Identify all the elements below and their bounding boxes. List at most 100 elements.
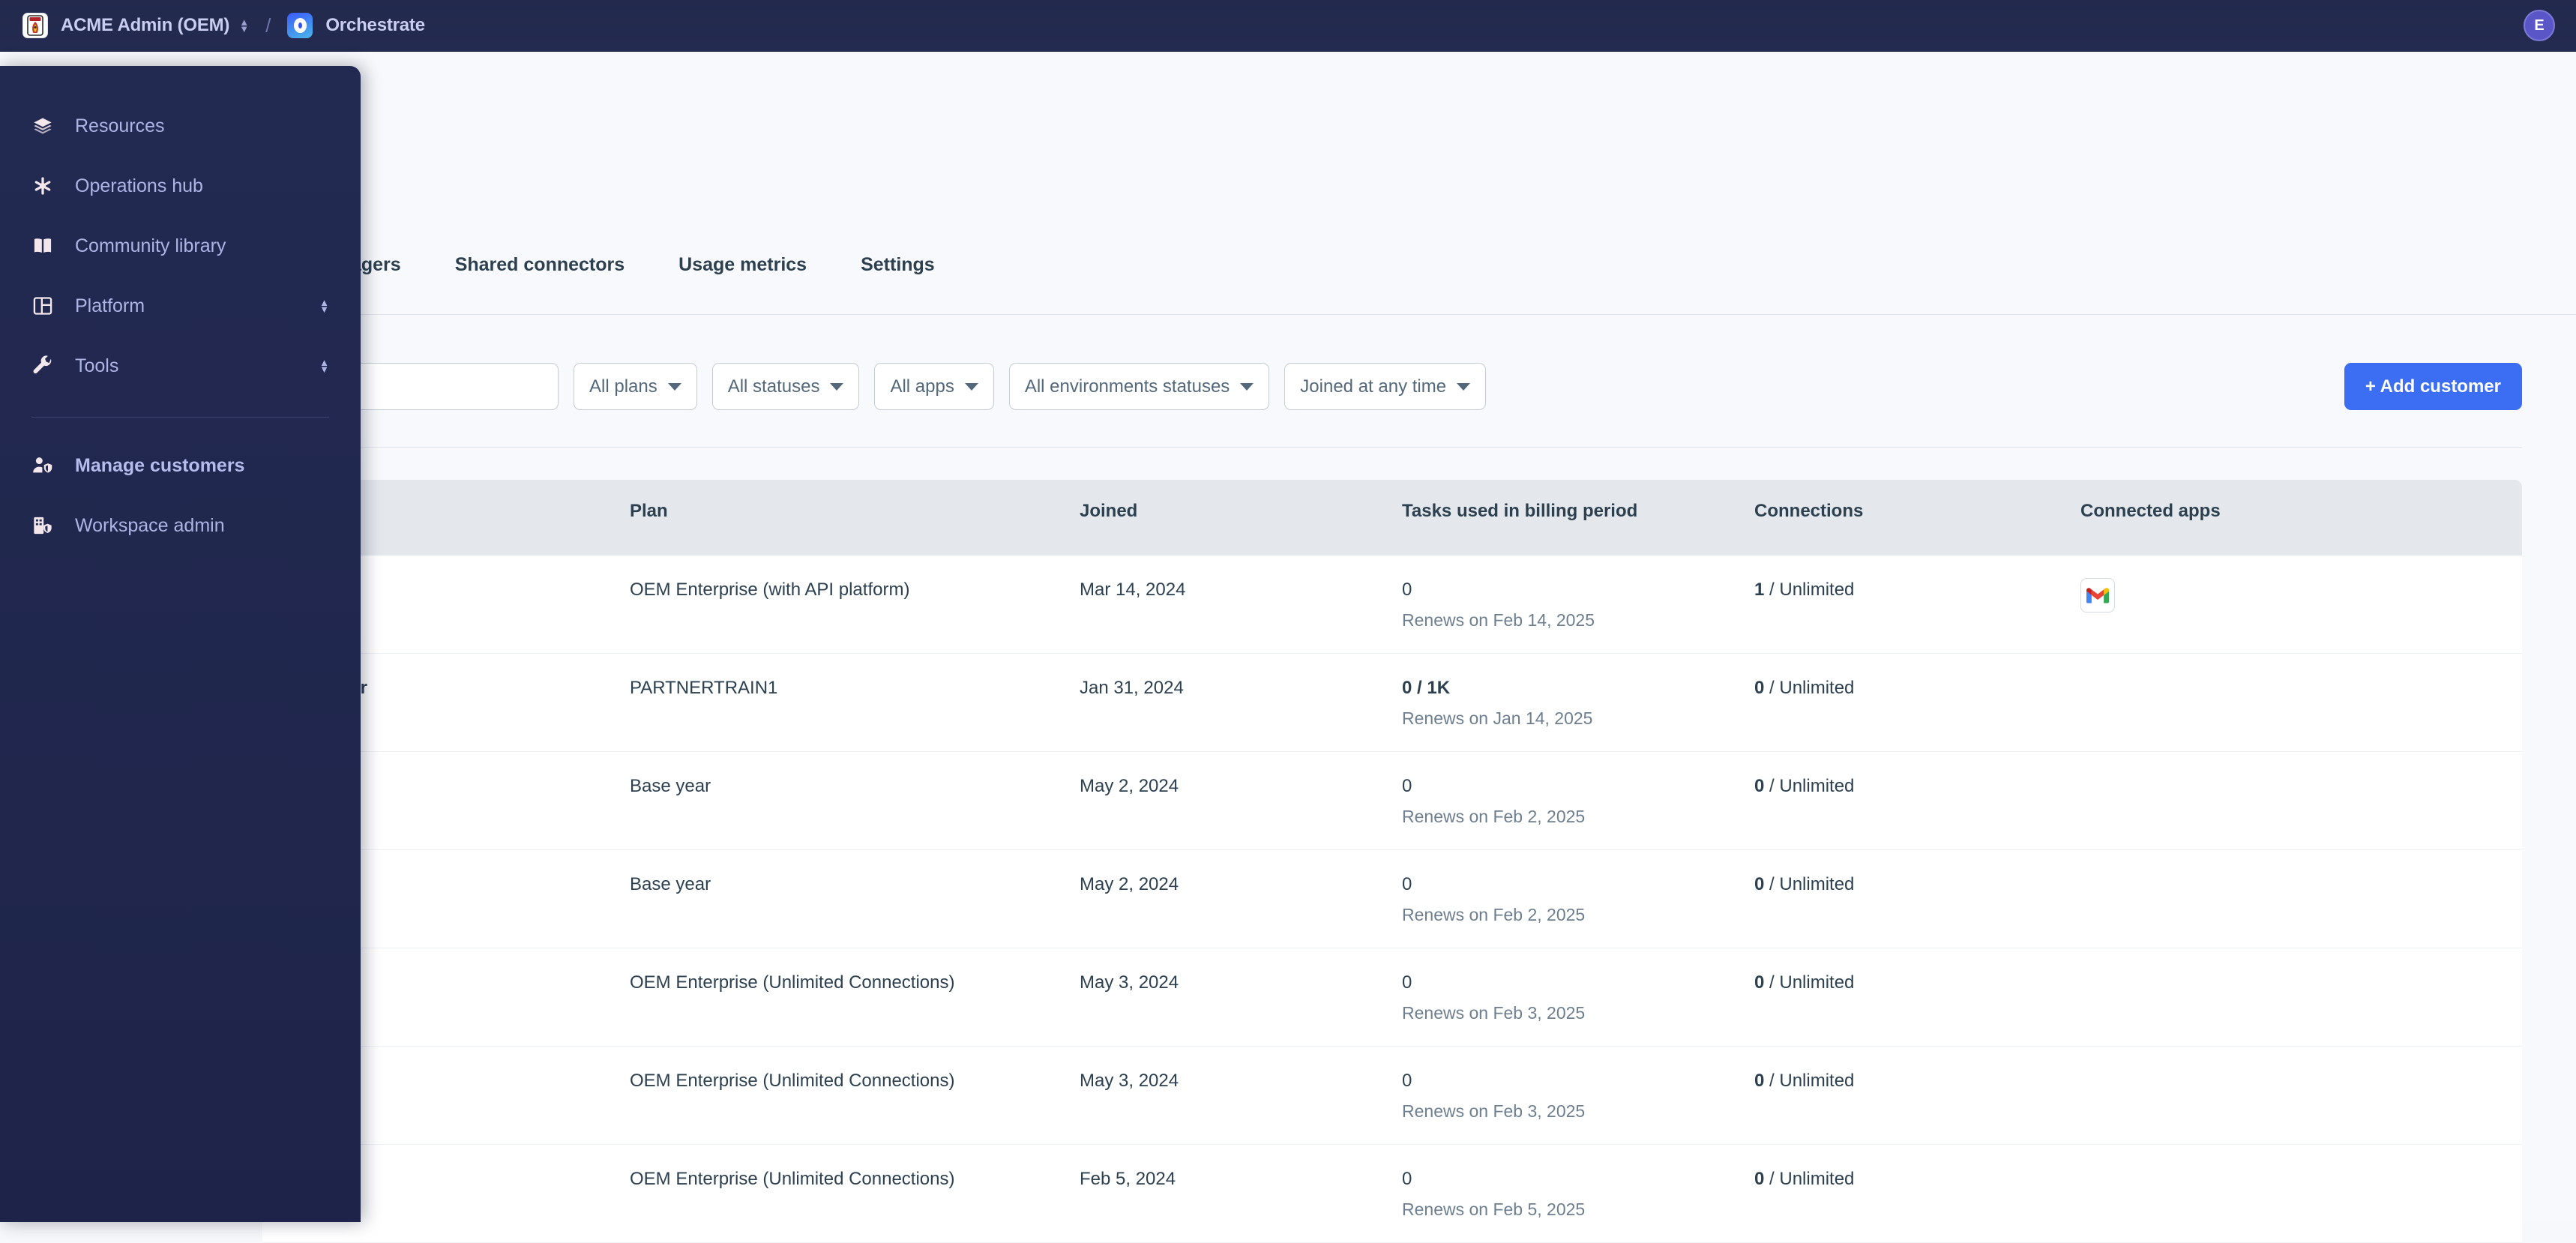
cell-plan: Base year (630, 874, 711, 894)
avatar[interactable]: E (2524, 10, 2555, 41)
workspace-logo-icon (22, 13, 48, 38)
connections-limit: / Unlimited (1764, 580, 1855, 600)
chevron-down-icon (830, 382, 844, 391)
column-header-connected-apps[interactable]: Connected apps (2080, 480, 2440, 556)
sidebar-item-community-library[interactable]: Community library (0, 216, 361, 276)
chevron-up-down-icon[interactable]: ▲ ▼ (239, 17, 249, 34)
tab-settings[interactable]: Settings (834, 254, 962, 295)
wrench-icon (31, 355, 54, 377)
workspace-name[interactable]: ACME Admin (OEM) (61, 15, 229, 36)
tasks-used-value: 0 (1402, 874, 1412, 894)
cell-connected-apps (2080, 1145, 2440, 1242)
user-shield-icon (31, 454, 54, 477)
connections-limit: / Unlimited (1764, 1071, 1855, 1091)
chevron-down-icon (1457, 382, 1471, 391)
asterisk-icon (31, 175, 54, 197)
cell-connected-apps (2080, 948, 2440, 1046)
table-row[interactable]: Base year May 2, 2024 0 Renews on Feb 2, 20… (262, 752, 2522, 850)
table-row[interactable]: nOEM Enterprise (Unlimited Connections)M… (262, 948, 2522, 1047)
filter-all-apps[interactable]: All apps (874, 363, 994, 410)
customers-table: Plan Joined Tasks used in billing period… (262, 480, 2522, 1243)
column-header-joined[interactable]: Joined (1080, 480, 1402, 556)
cell-tasks-used: 0 Renews on Feb 2, 2025 (1402, 752, 1754, 849)
chevron-down-icon (964, 382, 978, 391)
sidebar-item-label: Manage customers (75, 454, 245, 476)
cell-joined: May 3, 2024 (1080, 1071, 1179, 1091)
cell-tasks-used: 0 Renews on Feb 14, 2025 (1402, 556, 1754, 653)
tab-shared-connectors[interactable]: Shared connectors (428, 254, 651, 295)
cell-plan: OEM Enterprise (Unlimited Connections) (630, 1071, 955, 1091)
tab-usage-metrics[interactable]: Usage metrics (651, 254, 834, 295)
cell-plan: PARTNERTRAIN1 (630, 678, 778, 698)
sidebar-item-workspace-admin[interactable]: Workspace admin (0, 496, 361, 556)
column-header-tasks[interactable]: Tasks used in billing period (1402, 480, 1754, 556)
tasks-used-value: 0 (1402, 1169, 1412, 1189)
tasks-used-value: 0 / 1K (1402, 678, 1451, 698)
column-header-connections[interactable]: Connections (1754, 480, 2080, 556)
filter-joined-time-label: Joined at any time (1300, 376, 1447, 397)
sidebar-item-manage-customers[interactable]: Manage customers (0, 436, 361, 496)
page-content: le er managers Shared connectors Usage m… (0, 52, 2576, 1243)
sidebar-item-resources[interactable]: Resources (0, 96, 361, 156)
sidebar-item-label: Platform (75, 295, 145, 316)
tab-bar: er managers Shared connectors Usage metr… (262, 254, 962, 295)
book-icon (31, 235, 54, 257)
renews-on-label: Renews on Feb 2, 2025 (1402, 905, 1586, 925)
connections-count: 1 (1754, 580, 1765, 600)
filter-joined-time[interactable]: Joined at any time (1284, 363, 1487, 410)
cell-tasks-used: 0 Renews on Feb 3, 2025 (1402, 1047, 1754, 1144)
cell-tasks-used: 0 Renews on Feb 3, 2025 (1402, 948, 1754, 1046)
sidebar-item-tools[interactable]: Tools ▲ ▼ (0, 336, 361, 396)
chevron-down-icon (667, 382, 681, 391)
filter-all-statuses[interactable]: All statuses (711, 363, 860, 410)
sidebar-item-platform[interactable]: Platform ▲ ▼ (0, 276, 361, 336)
gmail-icon[interactable] (2080, 578, 2115, 613)
sidebar-item-label: Resources (75, 115, 165, 136)
renews-on-label: Renews on Feb 14, 2025 (1402, 610, 1595, 630)
filter-environment-statuses[interactable]: All environments statuses (1008, 363, 1270, 410)
connections-limit: / Unlimited (1764, 1169, 1855, 1189)
cell-connected-apps (2080, 654, 2440, 751)
cell-tasks-used: 0 Renews on Feb 2, 2025 (1402, 850, 1754, 948)
table-row[interactable]: OEM Enterprise (Unlimited Connections) Fe… (262, 1145, 2522, 1243)
cell-connections: 0 / Unlimited (1754, 1145, 2080, 1242)
table-row[interactable]: st-12OEM Enterprise (with API platform)M… (262, 556, 2522, 654)
breadcrumb-separator: / (265, 13, 271, 37)
cell-joined: Mar 14, 2024 (1080, 580, 1186, 600)
cell-connected-apps (2080, 850, 2440, 948)
sidebar-divider (31, 417, 329, 418)
cell-joined: May 2, 2024 (1080, 776, 1179, 796)
table-row[interactable]: OEM Enterprise (Unlimited Connections) Ma… (262, 1047, 2522, 1145)
layers-icon (31, 115, 54, 137)
cell-joined: Feb 5, 2024 (1080, 1169, 1176, 1189)
app-name[interactable]: Orchestrate (325, 15, 425, 36)
tasks-used-value: 0 (1402, 580, 1412, 600)
cell-connected-apps (2080, 1047, 2440, 1144)
top-bar-right: E (2524, 10, 2555, 41)
table-row[interactable]: CustomerPARTNERTRAIN1Jan 31, 20240 / 1KR… (262, 654, 2522, 752)
sidebar-item-label: Workspace admin (75, 514, 225, 536)
renews-on-label: Renews on Jan 14, 2025 (1402, 708, 1593, 729)
table-row[interactable]: #1Base yearMay 2, 20240Renews on Feb 2, … (262, 850, 2522, 948)
chevron-up-down-icon[interactable]: ▲ ▼ (319, 358, 329, 374)
connections-limit: / Unlimited (1764, 678, 1855, 698)
sidebar-primary-group: Resources Operations hub Community library… (0, 96, 361, 396)
cell-plan: Base year (630, 776, 711, 796)
cell-connections: 0 / Unlimited (1754, 850, 2080, 948)
table-body: st-12OEM Enterprise (with API platform)M… (262, 556, 2522, 1243)
renews-on-label: Renews on Feb 3, 2025 (1402, 1101, 1586, 1122)
tab-bar-divider (0, 314, 2576, 315)
cell-plan: OEM Enterprise (Unlimited Connections) (630, 1169, 955, 1189)
filter-all-apps-label: All apps (890, 376, 954, 397)
cell-plan: OEM Enterprise (Unlimited Connections) (630, 972, 955, 993)
sidebar-item-operations-hub[interactable]: Operations hub (0, 156, 361, 216)
connections-count: 0 (1754, 972, 1765, 993)
renews-on-label: Renews on Feb 5, 2025 (1402, 1200, 1586, 1220)
column-header-plan[interactable]: Plan (630, 480, 1080, 556)
table-header-row: Plan Joined Tasks used in billing period… (262, 480, 2522, 556)
add-customer-button[interactable]: + Add customer (2344, 363, 2522, 410)
filter-all-plans[interactable]: All plans (574, 363, 697, 410)
chevron-up-down-icon[interactable]: ▲ ▼ (319, 298, 329, 314)
cell-connections: 1 / Unlimited (1754, 556, 2080, 653)
cell-connections: 0 / Unlimited (1754, 948, 2080, 1046)
